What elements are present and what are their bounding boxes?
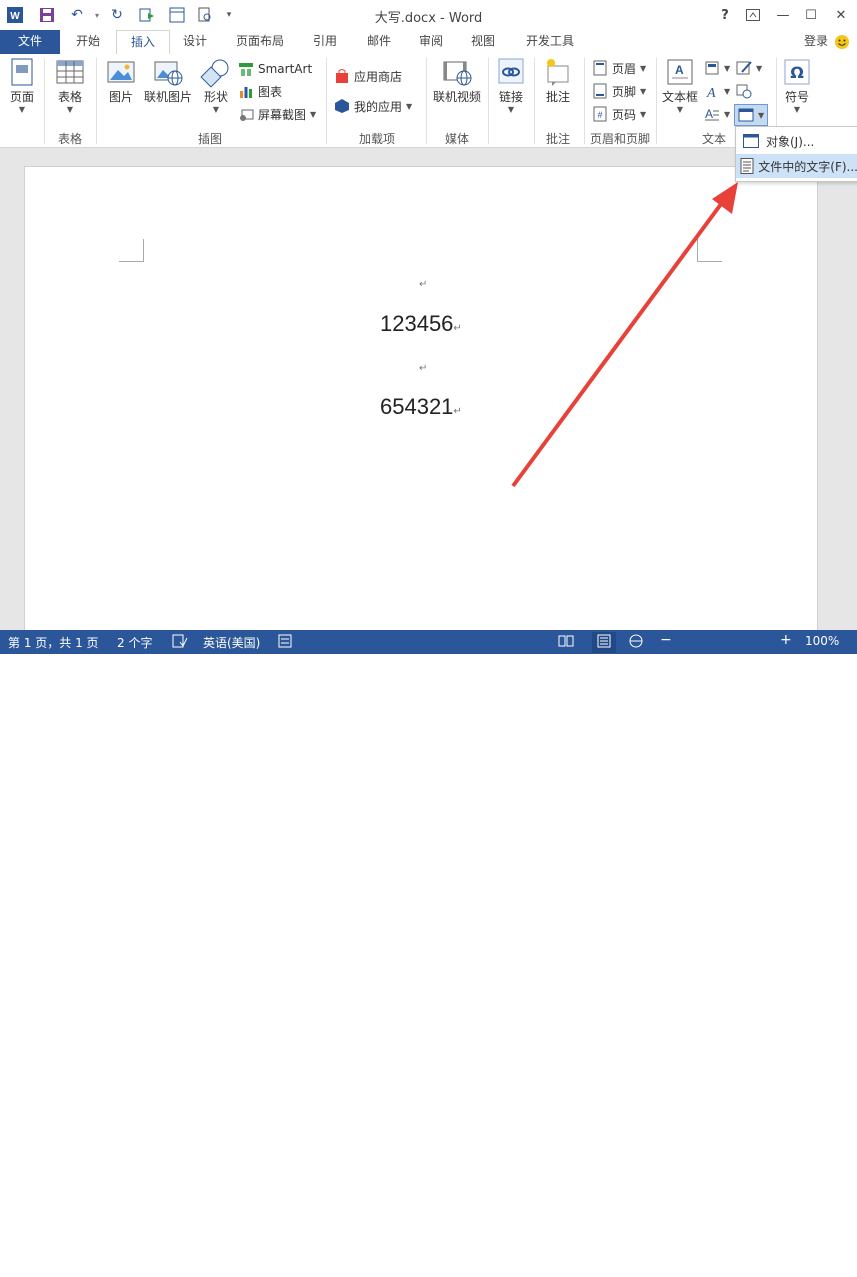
object-icon bbox=[736, 134, 766, 148]
zoom-slider-thumb[interactable] bbox=[725, 1265, 728, 1277]
page-count-status[interactable]: 第 1 页，共 1 页 bbox=[8, 634, 99, 651]
menu-item-text-from-file[interactable]: 文件中的文字(F)... bbox=[736, 154, 857, 178]
zoom-level[interactable]: 100% bbox=[805, 634, 839, 648]
print-layout-view-icon[interactable] bbox=[592, 632, 616, 653]
zoom-out-button[interactable]: − bbox=[660, 632, 672, 648]
menu-item-object-label: 对象(J)... bbox=[766, 134, 815, 149]
menu-item-text-from-file-label: 文件中的文字(F)... bbox=[758, 159, 857, 174]
language-status[interactable]: 英语(美国) bbox=[203, 634, 260, 651]
zoom-in-button[interactable]: + bbox=[780, 632, 792, 648]
web-layout-icon[interactable] bbox=[628, 634, 644, 651]
annotation-arrow bbox=[511, 182, 738, 488]
word-count-status[interactable]: 2 个字 bbox=[117, 634, 152, 651]
proofing-icon[interactable] bbox=[172, 634, 188, 651]
object-dropdown-menu: 对象(J)... 文件中的文字(F)... bbox=[735, 126, 857, 182]
status-bar: 第 1 页，共 1 页 2 个字 英语(美国) − + 100% bbox=[0, 630, 857, 1277]
macro-recording-icon[interactable] bbox=[278, 634, 292, 651]
text-file-icon bbox=[736, 158, 758, 174]
menu-item-object[interactable]: 对象(J)... bbox=[736, 129, 857, 153]
read-mode-icon[interactable] bbox=[558, 634, 574, 651]
